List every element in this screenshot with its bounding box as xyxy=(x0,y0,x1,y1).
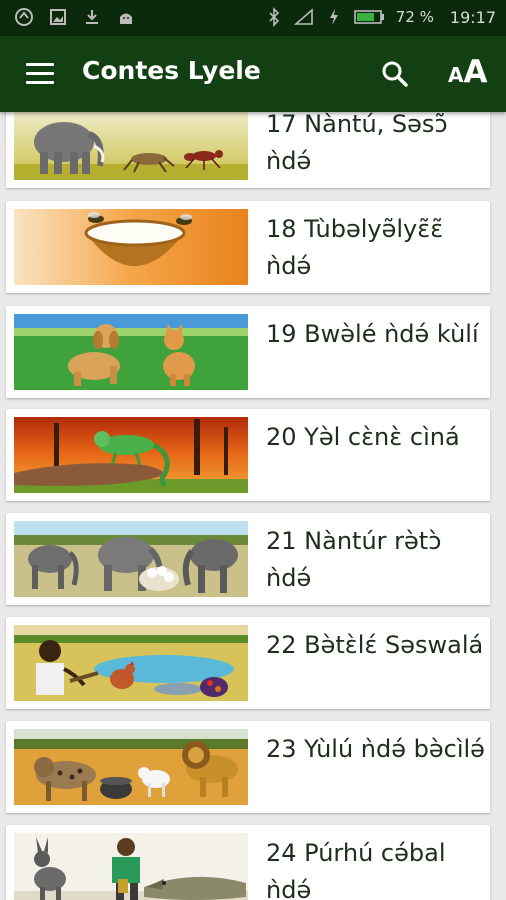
story-thumbnail xyxy=(14,314,248,390)
story-title: 24 Púrhú cə́bal ǹdə́ xyxy=(266,839,446,900)
charging-icon xyxy=(324,7,344,27)
story-thumbnail xyxy=(14,625,248,701)
story-title: 23 Yùlú ǹdə́ bə̀cìlə́ xyxy=(266,735,485,763)
story-title: 22 Bə̀tɛ̀lɛ́ Səswalá xyxy=(266,631,484,659)
story-card[interactable]: 21 Nàntúr rə̀tɔ̀ ǹdə́ xyxy=(6,513,490,605)
app-notification-icon xyxy=(14,7,34,27)
story-thumbnail xyxy=(14,112,248,180)
battery-icon xyxy=(353,7,386,27)
story-card[interactable]: 20 Yə̀l cɛ̀nɛ̀ cìná xyxy=(6,409,490,501)
story-title: 17 Nàntú, Səsɔ̃ ǹdə́ xyxy=(266,112,448,175)
story-card[interactable]: 17 Nàntú, Səsɔ̃ ǹdə́ xyxy=(6,112,490,188)
story-card[interactable]: 24 Púrhú cə́bal ǹdə́ xyxy=(6,825,490,900)
text-size-icon[interactable]: AA xyxy=(448,54,487,90)
story-thumbnail xyxy=(14,729,248,805)
story-thumbnail xyxy=(14,521,248,597)
android-icon xyxy=(116,7,136,27)
story-title: 21 Nàntúr rə̀tɔ̀ ǹdə́ xyxy=(266,527,442,592)
battery-percent: 72 % xyxy=(395,8,434,26)
story-card[interactable]: 19 Bwə̀lé ǹdə́ kùlí xyxy=(6,306,490,398)
story-card[interactable]: 18 Tùbəlyə̃lyɛ̃ɛ̃ ǹdə́ xyxy=(6,201,490,293)
search-icon[interactable] xyxy=(381,60,409,88)
app-title: Contes Lyele xyxy=(82,56,261,85)
signal-icon xyxy=(293,7,314,27)
status-bar: 72 % 19:17 xyxy=(0,0,506,36)
story-title: 18 Tùbəlyə̃lyɛ̃ɛ̃ ǹdə́ xyxy=(266,215,444,280)
story-title: 19 Bwə̀lé ǹdə́ kùlí xyxy=(266,320,479,348)
app-bar: Contes Lyele AA xyxy=(0,36,506,112)
story-thumbnail xyxy=(14,417,248,493)
clock: 19:17 xyxy=(449,7,496,27)
story-card[interactable]: 22 Bə̀tɛ̀lɛ́ Səswalá xyxy=(6,617,490,709)
story-thumbnail xyxy=(14,833,248,900)
story-title: 20 Yə̀l cɛ̀nɛ̀ cìná xyxy=(266,423,460,451)
image-icon xyxy=(48,7,68,27)
story-list[interactable]: 17 Nàntú, Səsɔ̃ ǹdə́ 18 Tùbəlyə̃lyɛ̃ɛ̃ ǹ… xyxy=(0,112,506,900)
bluetooth-icon xyxy=(264,7,284,27)
download-icon xyxy=(82,7,102,27)
story-thumbnail xyxy=(14,209,248,285)
story-card[interactable]: 23 Yùlú ǹdə́ bə̀cìlə́ xyxy=(6,721,490,813)
menu-icon[interactable] xyxy=(26,63,54,85)
